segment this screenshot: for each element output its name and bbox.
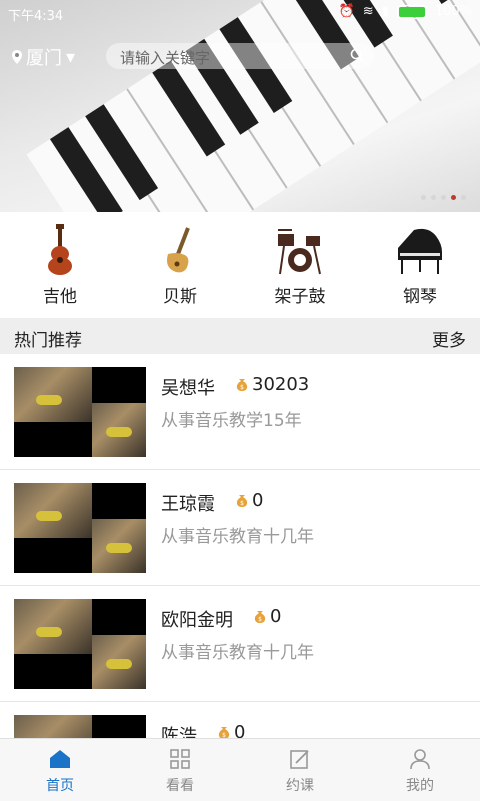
guitar-icon bbox=[48, 224, 72, 275]
search-input[interactable]: 请输入关键字 bbox=[106, 43, 374, 69]
money-bag-icon: $ bbox=[236, 379, 248, 391]
teacher-count: 0 bbox=[270, 606, 282, 627]
tab-browse[interactable]: 看看 bbox=[120, 739, 240, 801]
teacher-name: 吴想华 bbox=[161, 378, 215, 399]
section-header: 热门推荐 更多 bbox=[0, 318, 480, 354]
header-bar: 厦门 ▾ 请输入关键字 bbox=[0, 40, 480, 72]
signal-icon: ▮ bbox=[381, 4, 389, 19]
home-icon bbox=[50, 750, 70, 768]
category-piano[interactable]: 钢琴 bbox=[360, 212, 480, 318]
category-label: 贝斯 bbox=[163, 287, 197, 307]
pager-dot-active bbox=[451, 195, 456, 200]
teacher-thumbnail bbox=[14, 599, 146, 689]
tab-label: 约课 bbox=[286, 778, 314, 794]
banner[interactable]: 下午4:34 ⏰ ≋ ▮ 100% 厦门 ▾ 请输入关键字 bbox=[0, 0, 480, 212]
city-selector[interactable]: 厦门 ▾ bbox=[12, 44, 75, 70]
battery-icon bbox=[396, 4, 427, 19]
list-item[interactable]: 王琼霞 $ 0 从事音乐教育十几年 bbox=[0, 470, 480, 586]
location-pin-icon bbox=[12, 50, 22, 64]
category-label: 架子鼓 bbox=[274, 287, 326, 307]
user-icon bbox=[410, 749, 430, 770]
category-grid: 吉他 贝斯 架子鼓 钢琴 bbox=[0, 212, 480, 318]
pager-dot bbox=[441, 195, 446, 200]
list-item[interactable]: 陈浩 $ 0 bbox=[0, 702, 480, 738]
tab-label: 看看 bbox=[166, 778, 194, 794]
category-label: 吉他 bbox=[43, 287, 77, 307]
pager-dot bbox=[421, 195, 426, 200]
section-title: 热门推荐 bbox=[14, 331, 82, 351]
list-item[interactable]: 吴想华 $ 30203 从事音乐教学15年 bbox=[0, 354, 480, 470]
alarm-icon: ⏰ bbox=[338, 4, 355, 19]
teacher-name: 陈浩 bbox=[161, 726, 197, 738]
drum-kit-icon bbox=[278, 229, 321, 275]
piano-icon bbox=[398, 228, 442, 274]
svg-text:$: $ bbox=[240, 500, 244, 507]
bottom-tab-bar: 首页 看看 约课 我的 bbox=[0, 738, 480, 801]
pager-dot bbox=[461, 195, 466, 200]
pager-dot bbox=[431, 195, 436, 200]
category-drum-kit[interactable]: 架子鼓 bbox=[240, 212, 360, 318]
list-item[interactable]: 欧阳金明 $ 0 从事音乐教育十几年 bbox=[0, 586, 480, 702]
svg-text:$: $ bbox=[258, 616, 262, 623]
teacher-count: 0 bbox=[252, 490, 264, 511]
teacher-count: 30203 bbox=[252, 374, 310, 395]
teacher-name: 欧阳金明 bbox=[161, 610, 233, 631]
battery-percent: 100% bbox=[434, 4, 472, 19]
tab-profile[interactable]: 我的 bbox=[360, 739, 480, 801]
tab-book-lesson[interactable]: 约课 bbox=[240, 739, 360, 801]
banner-pager bbox=[421, 195, 466, 200]
teacher-thumbnail bbox=[14, 715, 146, 738]
category-label: 钢琴 bbox=[403, 287, 437, 307]
tab-label: 首页 bbox=[46, 778, 74, 794]
teacher-list: 吴想华 $ 30203 从事音乐教学15年 王琼霞 $ 0 从事音乐教育十几年 … bbox=[0, 354, 480, 738]
wifi-icon: ≋ bbox=[362, 4, 374, 19]
category-bass[interactable]: 贝斯 bbox=[120, 212, 240, 318]
search-icon[interactable] bbox=[350, 48, 364, 62]
tab-label: 我的 bbox=[406, 778, 434, 794]
tab-home[interactable]: 首页 bbox=[0, 739, 120, 801]
money-bag-icon: $ bbox=[254, 611, 266, 623]
teacher-desc: 从事音乐教育十几年 bbox=[161, 643, 314, 663]
teacher-name: 王琼霞 bbox=[161, 494, 215, 515]
piano-keys-image bbox=[26, 0, 480, 212]
city-label: 厦门 bbox=[26, 48, 62, 69]
teacher-thumbnail bbox=[14, 367, 146, 457]
status-time: 下午4:34 bbox=[8, 9, 64, 24]
money-bag-icon: $ bbox=[236, 495, 248, 507]
bass-icon bbox=[167, 227, 190, 273]
teacher-desc: 从事音乐教育十几年 bbox=[161, 527, 314, 547]
search-placeholder: 请输入关键字 bbox=[120, 49, 211, 67]
grid-icon bbox=[170, 749, 190, 769]
money-bag-icon: $ bbox=[218, 727, 230, 738]
status-bar: 下午4:34 ⏰ ≋ ▮ 100% bbox=[0, 0, 480, 26]
teacher-desc: 从事音乐教学15年 bbox=[161, 411, 302, 431]
more-link[interactable]: 更多 bbox=[432, 326, 466, 351]
edit-icon bbox=[290, 750, 309, 769]
category-guitar[interactable]: 吉他 bbox=[0, 212, 120, 318]
teacher-count: 0 bbox=[234, 722, 246, 738]
chevron-down-icon: ▾ bbox=[66, 46, 76, 68]
teacher-thumbnail bbox=[14, 483, 146, 573]
svg-text:$: $ bbox=[240, 384, 244, 391]
